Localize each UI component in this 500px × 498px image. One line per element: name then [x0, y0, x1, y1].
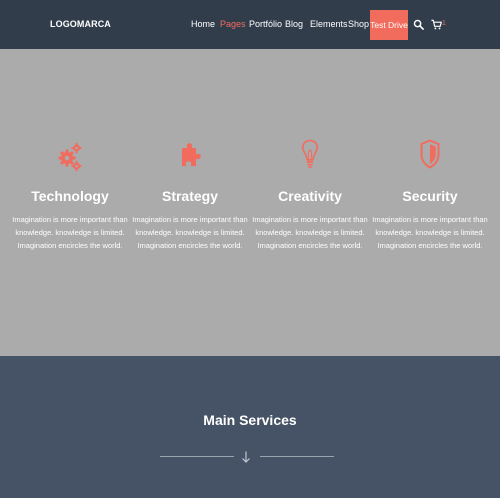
divider-line-left — [160, 456, 234, 457]
cart-count-badge: 1 — [442, 20, 446, 27]
divider-line-right — [260, 456, 334, 457]
feature-text: Imagination is more important than knowl… — [12, 215, 128, 250]
feature-strategy: Strategy Imagination is more important t… — [130, 137, 250, 252]
logo[interactable]: LOGOMARCA — [50, 19, 111, 29]
search-icon[interactable] — [413, 19, 424, 30]
cart-icon[interactable] — [431, 19, 442, 30]
main-services-section: Main Services — [0, 356, 500, 498]
nav-item-pages[interactable]: Pages — [220, 19, 246, 29]
feature-title: Security — [402, 188, 458, 204]
navbar: LOGOMARCA Home Pages Portfólio Blog Elem… — [0, 0, 500, 49]
feature-text: Imagination is more important than knowl… — [252, 215, 368, 250]
feature-creativity: Creativity Imagination is more important… — [250, 137, 370, 252]
nav-item-blog[interactable]: Blog — [285, 19, 303, 29]
test-drive-button[interactable]: Test Drive — [370, 10, 408, 40]
gears-icon — [58, 142, 82, 172]
feature-technology: Technology Imagination is more important… — [10, 137, 130, 252]
nav-item-home[interactable]: Home — [191, 19, 215, 29]
feature-text: Imagination is more important than knowl… — [132, 215, 248, 250]
nav-item-elements[interactable]: Elements — [310, 19, 348, 29]
section-title: Main Services — [203, 412, 297, 428]
nav-item-shop[interactable]: Shop — [348, 19, 369, 29]
feature-title: Technology — [31, 188, 109, 204]
nav-item-portfolio[interactable]: Portfólio — [249, 19, 282, 29]
feature-security: Security Imagination is more important t… — [370, 137, 490, 252]
shield-icon — [420, 139, 440, 169]
puzzle-icon — [182, 143, 201, 166]
arrow-down-icon — [242, 451, 250, 463]
features-section: Technology Imagination is more important… — [0, 49, 500, 356]
lightbulb-icon — [302, 139, 318, 168]
feature-text: Imagination is more important than knowl… — [372, 215, 488, 250]
feature-title: Strategy — [161, 188, 219, 204]
feature-title: Creativity — [278, 188, 342, 204]
